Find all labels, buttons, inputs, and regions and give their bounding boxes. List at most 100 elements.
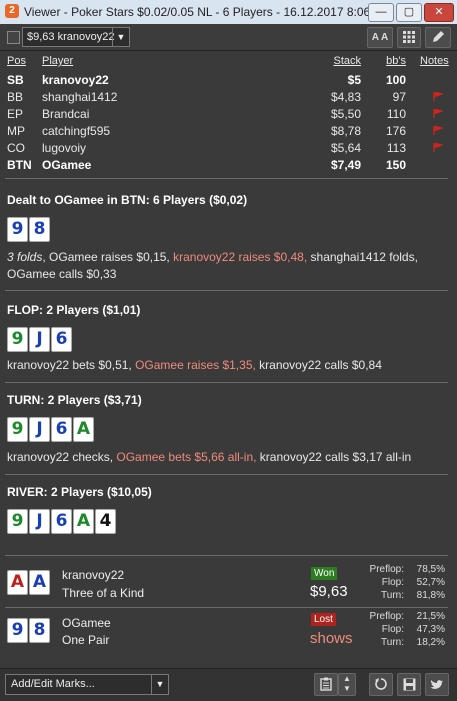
turn-equity: 18,2% — [416, 637, 445, 648]
position-cell: EP — [7, 107, 24, 121]
note-flag-icon[interactable] — [433, 126, 443, 135]
result-amount: $9,63 — [310, 583, 348, 600]
turn-equity: 81,8% — [416, 590, 445, 601]
close-button[interactable]: ✕ — [424, 3, 454, 22]
player-row[interactable]: EP Brandcai $5,50 110 — [7, 107, 451, 124]
maximize-button[interactable]: ▢ — [396, 3, 422, 22]
result-hand: Three of a Kind — [62, 586, 145, 600]
turn-action-2: OGamee bets $5,66 all-in, — [116, 450, 257, 464]
bottom-toolbar: Add/Edit Marks... ▼ ▲ ▼ — [0, 668, 457, 701]
twitter-button[interactable] — [425, 673, 449, 696]
equity-label: Preflop: — [369, 611, 404, 622]
grid-button[interactable] — [397, 27, 421, 48]
player-row[interactable]: BB shanghai1412 $4,83 97 — [7, 90, 451, 107]
note-flag-icon[interactable] — [433, 143, 443, 152]
hand-select-dropdown[interactable]: $9,63 kranovoy22 ▼ — [22, 27, 130, 47]
bbs-cell: 110 — [386, 107, 406, 121]
header-player[interactable]: Player — [42, 55, 73, 67]
flop-action-3: kranovoy22 calls $0,84 — [255, 358, 382, 372]
turn-action-1: kranovoy22 checks, — [7, 450, 117, 464]
divider — [5, 382, 448, 383]
title-bar: 2 Viewer - Poker Stars $0.02/0.05 NL - 6… — [0, 0, 457, 25]
playing-card: 4 — [95, 509, 116, 534]
chevron-up-icon[interactable]: ▲ — [339, 674, 355, 684]
position-cell: SB — [7, 73, 24, 87]
playing-card: J — [29, 327, 50, 352]
pencil-icon — [433, 31, 444, 42]
note-flag-icon[interactable] — [433, 109, 443, 118]
player-row[interactable]: CO lugovoiy $5,64 113 — [7, 141, 451, 158]
player-row[interactable]: MP catchingf595 $8,78 176 — [7, 124, 451, 141]
header-pos[interactable]: Pos — [7, 55, 26, 67]
flop-cards: 9J6 — [7, 327, 73, 352]
position-cell: BB — [7, 90, 24, 104]
select-checkbox[interactable] — [7, 31, 20, 44]
toolbar: $9,63 kranovoy22 ▼ A A — [0, 24, 457, 51]
twitter-icon — [430, 680, 443, 689]
font-size-label: A A — [371, 32, 389, 43]
edit-button[interactable] — [425, 27, 451, 48]
turn-actions: kranovoy22 checks, OGamee bets $5,66 all… — [7, 449, 447, 466]
preflop-header: Dealt to OGamee in BTN: 6 Players ($0,02… — [7, 193, 248, 207]
header-notes[interactable]: Notes — [420, 55, 449, 67]
equity-label: Turn: — [381, 637, 404, 648]
turn-header: TURN: 2 Players ($3,71) — [7, 393, 142, 407]
playing-card: A — [7, 570, 28, 595]
preflop-action-2: , OGamee raises $0,15, — [42, 250, 174, 264]
player-name-cell: Brandcai — [42, 107, 90, 121]
stack-cell: $5,50 — [330, 107, 361, 121]
playing-card: 9 — [7, 509, 28, 534]
bbs-cell: 113 — [386, 141, 406, 155]
playing-card: A — [73, 417, 94, 442]
chevron-down-icon[interactable]: ▼ — [112, 28, 129, 46]
app-icon: 2 — [5, 4, 19, 18]
player-name-cell: shanghai1412 — [42, 90, 118, 104]
divider — [5, 290, 448, 291]
replay-button[interactable] — [369, 673, 393, 696]
equity-label: Flop: — [381, 624, 404, 635]
playing-card: 9 — [7, 618, 28, 643]
marks-dropdown[interactable]: Add/Edit Marks... ▼ — [5, 674, 169, 695]
flop-action-2: OGamee raises $1,35, — [135, 358, 256, 372]
preflop-actions: 3 folds, OGamee raises $0,15, kranovoy22… — [7, 249, 447, 283]
chevron-down-icon[interactable]: ▼ — [151, 675, 168, 694]
playing-card: 9 — [7, 327, 28, 352]
table-header: Pos Player Stack bb's Notes — [7, 55, 451, 72]
player-row[interactable]: SB kranovoy22 $5 100 — [7, 73, 451, 90]
player-name-cell: lugovoiy — [42, 141, 87, 155]
player-row[interactable]: BTN OGamee $7,49 150 — [7, 158, 451, 175]
header-bbs[interactable]: bb's — [386, 55, 406, 67]
equity-label: Preflop: — [369, 564, 404, 575]
flop-equity: 52,7% — [416, 577, 445, 588]
preflop-action-1: 3 folds — [7, 250, 43, 264]
minimize-button[interactable]: — — [368, 3, 394, 22]
clipboard-button[interactable] — [314, 673, 338, 696]
window-title: Viewer - Poker Stars $0.02/0.05 NL - 6 P… — [24, 5, 371, 19]
divider — [5, 607, 448, 608]
shows-label: shows — [310, 630, 353, 647]
position-cell: CO — [7, 141, 25, 155]
player-name-cell: kranovoy22 — [42, 73, 109, 87]
playing-card: A — [29, 570, 50, 595]
playing-card: J — [29, 509, 50, 534]
playing-card: 6 — [51, 509, 72, 534]
font-size-button[interactable]: A A — [367, 27, 393, 48]
stack-cell: $5,64 — [330, 141, 361, 155]
bbs-cell: 176 — [385, 124, 406, 138]
position-cell: MP — [7, 124, 25, 138]
hole-cards: 98 — [7, 217, 51, 242]
divider — [5, 474, 448, 475]
save-button[interactable] — [397, 673, 421, 696]
grid-icon — [403, 31, 415, 43]
result-hand: One Pair — [62, 633, 110, 647]
header-stack[interactable]: Stack — [333, 55, 361, 67]
replay-icon — [375, 678, 387, 690]
note-flag-icon[interactable] — [433, 92, 443, 101]
divider — [5, 178, 448, 179]
flop-actions: kranovoy22 bets $0,51, OGamee raises $1,… — [7, 357, 447, 374]
result-player-name: OGamee — [62, 616, 111, 630]
playing-card: 8 — [29, 618, 50, 643]
up-down-spinner[interactable]: ▲ ▼ — [338, 673, 356, 696]
chevron-down-icon[interactable]: ▼ — [339, 684, 355, 694]
hand-select-value: $9,63 kranovoy22 — [27, 31, 115, 43]
